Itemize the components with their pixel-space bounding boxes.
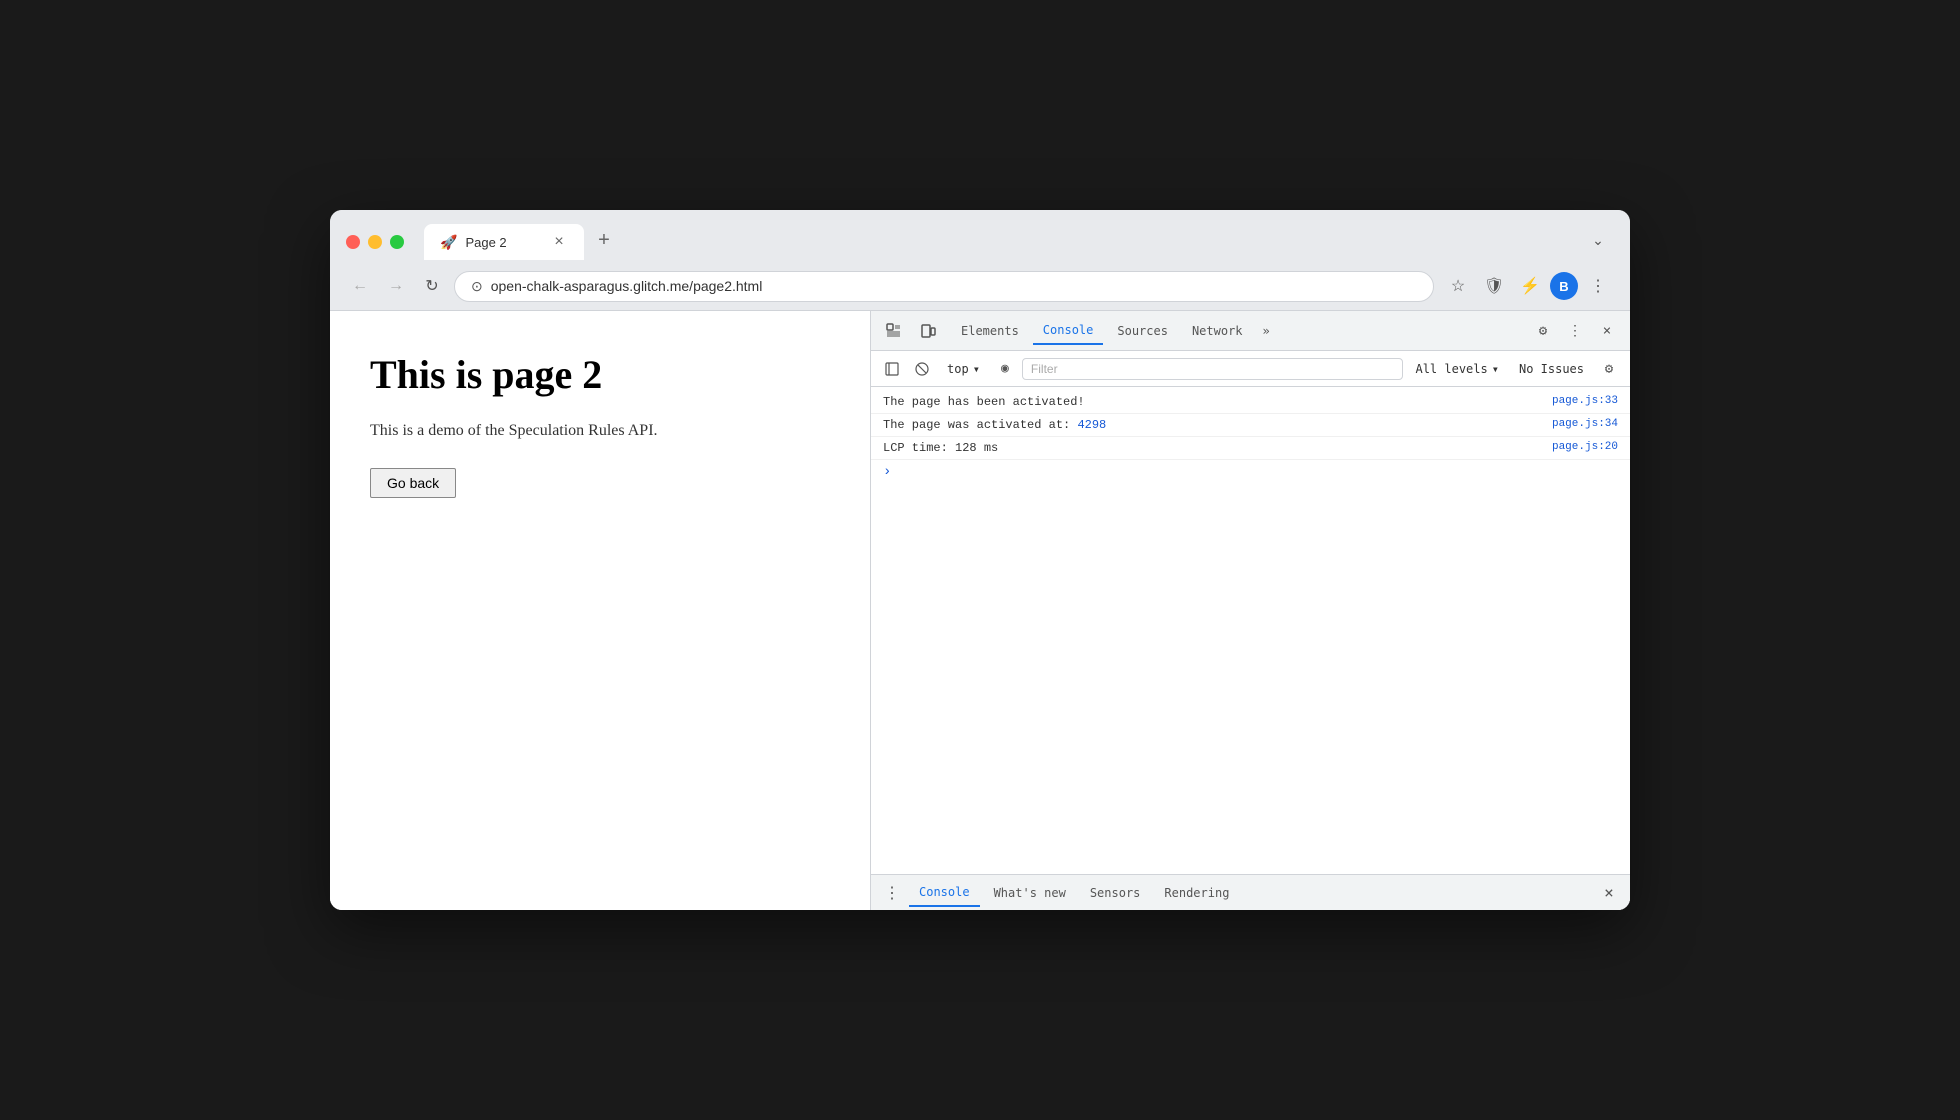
bookmark-button[interactable]: ☆ [1442,270,1474,302]
network-tab[interactable]: Network [1182,318,1253,344]
bottom-dots-button[interactable]: ⋮ [879,880,905,906]
cast-button[interactable]: ⚡ [1514,270,1546,302]
devtools-header-actions: ⚙ ⋮ × [1528,316,1622,346]
console-clear-button[interactable] [909,356,935,382]
reload-button[interactable]: ↻ [418,272,446,300]
console-entry-1: The page has been activated! page.js:33 [871,391,1630,414]
console-link-1[interactable]: page.js:33 [1536,395,1618,407]
console-output: The page has been activated! page.js:33 … [871,387,1630,874]
browser-window: 🚀 Page 2 × + ⌄ ← → ↻ ⊙ open-chalk-aspara… [330,210,1630,910]
more-tabs-button[interactable]: » [1257,320,1276,342]
tab-dropdown-button[interactable]: ⌄ [1582,224,1614,256]
console-filter-input[interactable] [1022,358,1404,380]
console-number-2: 4298 [1077,418,1106,432]
device-toggle-button[interactable] [913,316,943,346]
console-toolbar: top ▾ ◉ All levels ▾ No Issues ⚙ [871,351,1630,387]
address-bar: ← → ↻ ⊙ open-chalk-asparagus.glitch.me/p… [330,262,1630,311]
title-bar: 🚀 Page 2 × + ⌄ [330,210,1630,262]
maximize-traffic-light[interactable] [390,235,404,249]
context-label: top [947,362,969,376]
devtools-close-button[interactable]: × [1592,316,1622,346]
close-traffic-light[interactable] [346,235,360,249]
bottom-sensors-tab[interactable]: Sensors [1080,880,1151,906]
console-entry-3: LCP time: 128 ms page.js:20 [871,437,1630,460]
url-text: open-chalk-asparagus.glitch.me/page2.htm… [491,278,1417,294]
tab-close-button[interactable]: × [550,233,568,251]
no-issues-label: No Issues [1511,360,1592,378]
security-icon: ⊙ [471,278,483,295]
levels-selector[interactable]: All levels ▾ [1407,360,1506,378]
sources-tab[interactable]: Sources [1107,318,1178,344]
chrome-menu-button[interactable]: ⋮ [1582,270,1614,302]
console-entry-text-3: LCP time: 128 ms [883,441,1536,455]
tab-bar: 🚀 Page 2 × + [424,224,1570,260]
extension-button[interactable]: 🛡 [1478,270,1510,302]
console-entry-text-2: The page was activated at: 4298 [883,418,1536,432]
back-button[interactable]: ← [346,272,374,300]
console-link-2[interactable]: page.js:34 [1536,418,1618,430]
minimize-traffic-light[interactable] [368,235,382,249]
devtools-bottom-bar: ⋮ Console What's new Sensors Rendering × [871,874,1630,910]
bottom-whats-new-tab[interactable]: What's new [984,880,1076,906]
new-tab-button[interactable]: + [588,224,620,256]
bottom-rendering-tab[interactable]: Rendering [1154,880,1239,906]
browser-tab[interactable]: 🚀 Page 2 × [424,224,584,260]
console-sidebar-button[interactable] [879,356,905,382]
prompt-arrow-icon: › [883,464,891,480]
devtools-header: Elements Console Sources Network » ⚙ ⋮ × [871,311,1630,351]
page-description: This is a demo of the Speculation Rules … [370,422,830,440]
console-eye-button[interactable]: ◉ [992,356,1018,382]
levels-arrow-icon: ▾ [1492,362,1499,376]
toolbar-icons: ☆ 🛡 ⚡ B ⋮ [1442,270,1614,302]
profile-avatar[interactable]: B [1550,272,1578,300]
levels-label: All levels [1415,362,1487,376]
devtools-settings-button[interactable]: ⚙ [1528,316,1558,346]
traffic-lights [346,235,404,249]
devtools-tabs: Elements Console Sources Network » [951,317,1524,345]
devtools-more-button[interactable]: ⋮ [1560,316,1590,346]
context-selector[interactable]: top ▾ [939,360,988,378]
bottom-close-button[interactable]: × [1596,880,1622,906]
go-back-button[interactable]: Go back [370,468,456,498]
console-entry-2: The page was activated at: 4298 page.js:… [871,414,1630,437]
console-settings-button[interactable]: ⚙ [1596,356,1622,382]
context-arrow-icon: ▾ [973,362,980,376]
console-link-3[interactable]: page.js:20 [1536,441,1618,453]
page-heading: This is page 2 [370,351,830,398]
devtools-panel: Elements Console Sources Network » ⚙ ⋮ × [870,311,1630,910]
webpage: This is page 2 This is a demo of the Spe… [330,311,870,910]
tab-favicon: 🚀 [440,234,457,251]
url-bar[interactable]: ⊙ open-chalk-asparagus.glitch.me/page2.h… [454,271,1434,302]
forward-button[interactable]: → [382,272,410,300]
inspect-element-button[interactable] [879,316,909,346]
console-tab[interactable]: Console [1033,317,1104,345]
bottom-console-tab[interactable]: Console [909,879,980,907]
console-entry-text-1: The page has been activated! [883,395,1536,409]
tab-title: Page 2 [465,235,542,250]
main-content: This is page 2 This is a demo of the Spe… [330,311,1630,910]
elements-tab[interactable]: Elements [951,318,1029,344]
console-prompt[interactable]: › [871,460,1630,484]
